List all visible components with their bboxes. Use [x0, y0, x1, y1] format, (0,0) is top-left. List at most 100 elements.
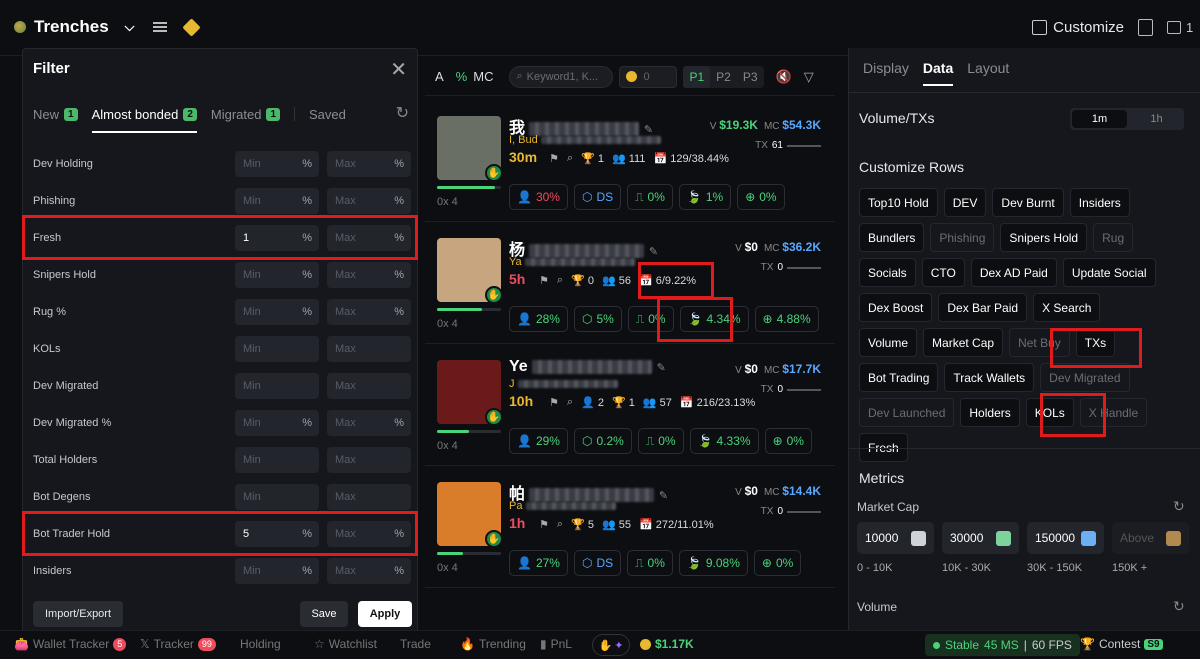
market-cap-input[interactable]: 30000 — [942, 522, 1019, 554]
customize-button[interactable]: Customize — [1032, 19, 1124, 36]
max-input[interactable]: Max% — [327, 150, 411, 177]
metric-pill[interactable]: 🍃 4.33% — [689, 428, 759, 454]
max-input[interactable]: Max% — [327, 261, 411, 288]
keyword-search-input[interactable]: ⌕ Keyword1, K... — [509, 65, 614, 88]
min-input[interactable]: Min% — [235, 187, 319, 214]
min-input[interactable]: Min — [235, 446, 319, 473]
row-chip[interactable]: Market Cap — [923, 328, 1004, 357]
token-address[interactable]: 0x 4 — [437, 440, 458, 452]
tab-display[interactable]: Display — [863, 60, 909, 76]
token-name[interactable]: Ye ✎ — [509, 358, 666, 376]
row-chip[interactable]: Holders — [960, 398, 1020, 427]
min-input[interactable]: Min% — [235, 298, 319, 325]
row-chip[interactable]: Bot Trading — [859, 363, 939, 392]
apply-button[interactable]: Apply — [358, 601, 412, 627]
tab-almost-bonded[interactable]: Almost bonded 2 — [91, 103, 198, 133]
market-cap-input[interactable]: 10000 — [857, 522, 934, 554]
metric-pill[interactable]: ⊕ 4.88% — [754, 306, 819, 332]
max-input[interactable]: Max — [327, 335, 411, 362]
tab-layout[interactable]: Layout — [967, 60, 1009, 76]
market-cap-input[interactable]: Above — [1112, 522, 1189, 554]
max-input[interactable]: Max — [327, 483, 411, 510]
row-chip[interactable]: Dev Burnt — [992, 188, 1064, 217]
color-swatch[interactable] — [1081, 530, 1096, 546]
metric-pill[interactable]: ⊕ 0% — [764, 428, 812, 454]
metric-pill[interactable]: 🍃 1% — [678, 184, 732, 210]
metric-pill[interactable]: ⬡ DS — [573, 184, 622, 210]
metric-pill[interactable]: ⬡ 0.2% — [573, 428, 632, 454]
max-input[interactable]: Max — [327, 446, 411, 473]
watchlist-button[interactable]: ☆ Watchlist — [314, 637, 377, 651]
preset-p1[interactable]: P1 — [683, 65, 711, 88]
tab-saved[interactable]: Saved — [309, 103, 346, 125]
row-chip[interactable]: Insiders — [1069, 188, 1130, 217]
tracker-button[interactable]: 𝕏 Tracker 99 — [140, 637, 216, 651]
timeframe-1h[interactable]: 1h — [1129, 108, 1184, 130]
metric-pill[interactable]: ⬡ DS — [573, 550, 622, 576]
coin-amount-input[interactable]: 0 — [619, 65, 678, 88]
metric-pill[interactable]: ⊕ 0% — [753, 550, 802, 576]
bot-toggle[interactable]: ✋ ✦ — [592, 634, 630, 656]
pnl-button[interactable]: ▮ PnL — [540, 637, 572, 651]
row-chip[interactable]: Volume — [859, 328, 918, 357]
row-chip[interactable]: CTO — [921, 258, 965, 287]
min-input[interactable]: Min% — [235, 557, 319, 584]
contest-button[interactable]: 🏆 Contest S9 — [1080, 637, 1163, 651]
token-row[interactable]: ✋ 0x 4杨 ✎ Ya 5h ⚑ ⌕ 🏆 0 👥 56 📅 6/9.22% V $0 MC $3… — [425, 222, 835, 344]
color-swatch[interactable] — [911, 530, 926, 546]
metric-pill[interactable]: ⎍ 0% — [637, 428, 684, 454]
metric-pill[interactable]: 👤 29% — [509, 428, 568, 454]
metric-pill[interactable]: 👤 28% — [509, 306, 568, 332]
min-input[interactable]: Min% — [235, 150, 319, 177]
import-export-button[interactable]: Import/Export — [33, 601, 124, 627]
bookmark-icon[interactable] — [1138, 19, 1153, 36]
row-chip[interactable]: Update Social — [1062, 258, 1156, 287]
balance[interactable]: $1.17K — [640, 637, 694, 651]
bnb-chain-icon[interactable] — [181, 17, 201, 37]
tab-migrated[interactable]: Migrated 1 — [211, 103, 281, 125]
row-chip[interactable]: Rug — [1093, 223, 1134, 252]
token-row[interactable]: ✋ 0x 4帕 ✎ Pa 1h ⚑ ⌕ 🏆 5 👥 55 📅 272/11.01% V $0 MC… — [425, 466, 835, 588]
search-icon[interactable]: ⌕ — [567, 396, 573, 409]
token-row[interactable]: ✋ 0x 4 Ye ✎ J 10h ⚑ ⌕ 👤 2 🏆 1 👥 57 📅 216/23.13% V … — [425, 344, 835, 466]
color-swatch[interactable] — [996, 530, 1011, 546]
metric-pill[interactable]: ⎍ 0% — [627, 184, 673, 210]
metric-pill[interactable]: ⊕ 0% — [737, 184, 785, 210]
flag-icon[interactable]: ⚑ — [539, 274, 549, 287]
percent-toggle[interactable]: % — [456, 69, 468, 84]
max-input[interactable]: Max% — [327, 187, 411, 214]
edit-icon[interactable]: ✎ — [657, 362, 666, 374]
row-chip[interactable]: Dev Launched — [859, 398, 955, 427]
brand[interactable]: Trenches ⌵ — [14, 17, 201, 37]
min-input[interactable]: Min — [235, 372, 319, 399]
search-icon[interactable]: ⌕ — [567, 152, 573, 165]
row-chip[interactable]: Top10 Hold — [859, 188, 938, 217]
trade-button[interactable]: Trade — [400, 637, 431, 651]
holding-button[interactable]: Holding — [240, 637, 281, 651]
row-chip[interactable]: Bundlers — [859, 223, 925, 252]
max-input[interactable]: Max% — [327, 409, 411, 436]
min-input[interactable]: Min — [235, 335, 319, 362]
token-address[interactable]: 0x 4 — [437, 196, 458, 208]
search-icon[interactable]: ⌕ — [557, 274, 563, 287]
max-input[interactable]: Max% — [327, 298, 411, 325]
max-input[interactable]: Max% — [327, 557, 411, 584]
edit-icon[interactable]: ✎ — [649, 246, 658, 258]
max-input[interactable]: Max — [327, 372, 411, 399]
row-chip[interactable]: Dex Bar Paid — [938, 293, 1028, 322]
row-chip[interactable]: Dex AD Paid — [970, 258, 1057, 287]
search-icon[interactable]: ⌕ — [557, 518, 563, 531]
tab-new[interactable]: New 1 — [33, 103, 78, 125]
row-chip[interactable]: X Search — [1033, 293, 1101, 322]
metric-pill[interactable]: 👤 30% — [509, 184, 568, 210]
token-row[interactable]: ✋ 0x 4我 ✎ I, Bud 30m ⚑ ⌕ 🏆 1 👥 111 📅 129/38.44%… — [425, 100, 835, 222]
flag-icon[interactable]: ⚑ — [549, 152, 559, 165]
preset-p2[interactable]: P2 — [710, 66, 737, 88]
row-chip[interactable]: Snipers Hold — [1000, 223, 1088, 252]
save-button[interactable]: Save — [300, 601, 348, 627]
tab-data[interactable]: Data — [922, 60, 954, 86]
min-input[interactable]: Min% — [235, 261, 319, 288]
edit-icon[interactable]: ✎ — [659, 490, 668, 502]
metric-pill[interactable]: ⬡ 5% — [573, 306, 622, 332]
metric-pill[interactable]: ⎍ 0% — [627, 550, 673, 576]
